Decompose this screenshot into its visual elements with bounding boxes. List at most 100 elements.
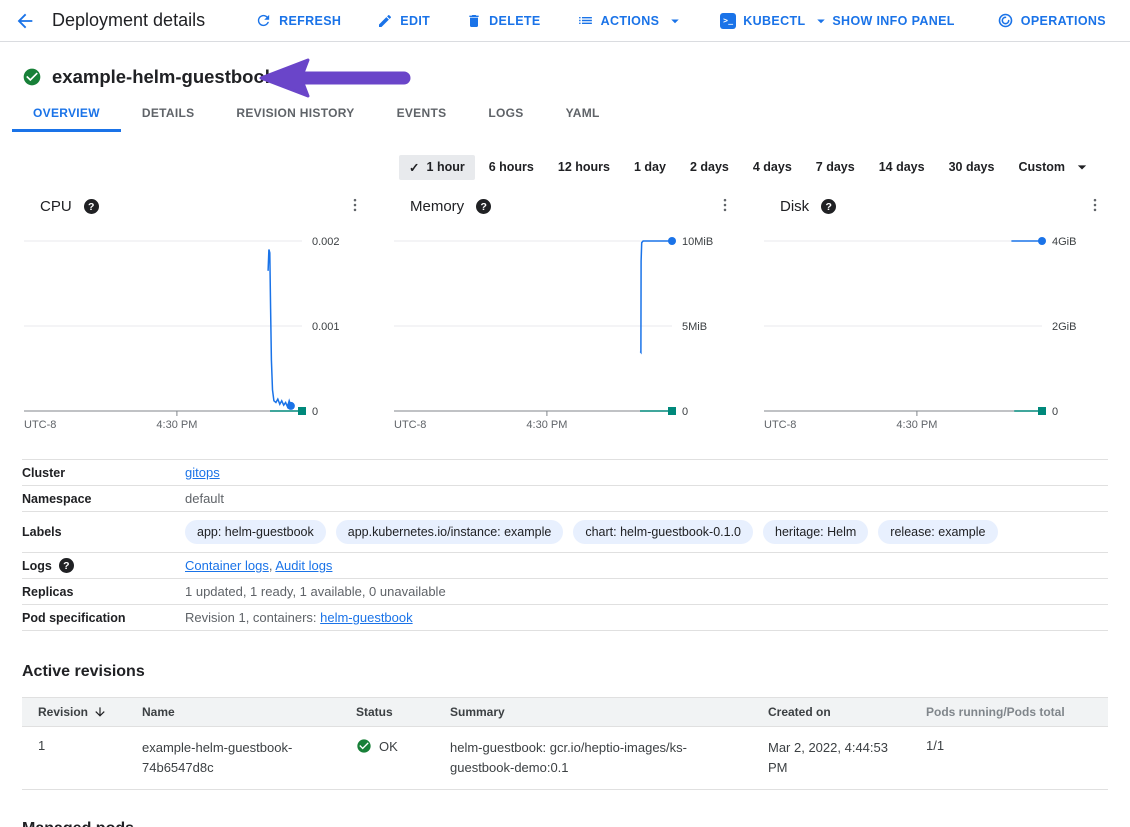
sort-descending-icon: [93, 705, 107, 719]
show-info-panel-button[interactable]: SHOW INFO PANEL: [832, 14, 954, 28]
tab-details[interactable]: DETAILS: [121, 96, 216, 132]
svg-text:5MiB: 5MiB: [682, 321, 707, 333]
refresh-icon: [255, 12, 272, 29]
time-range-label: 1 hour: [427, 160, 465, 174]
container-link[interactable]: helm-guestbook: [320, 610, 413, 625]
time-range-label: 6 hours: [489, 160, 534, 174]
audit-logs-link[interactable]: Audit logs: [275, 558, 332, 573]
memory-chart-menu-button[interactable]: [716, 196, 734, 217]
status-ok-icon: [22, 67, 42, 87]
help-icon[interactable]: ?: [476, 199, 491, 214]
replicas-row: Replicas 1 updated, 1 ready, 1 available…: [22, 578, 1108, 604]
replicas-value: 1 updated, 1 ready, 1 available, 0 unava…: [185, 584, 446, 599]
tab-logs[interactable]: LOGS: [467, 96, 544, 132]
help-icon[interactable]: ?: [821, 199, 836, 214]
disk-chart: 4GiB2GiB0UTC-84:30 PM: [762, 227, 1096, 431]
svg-text:0: 0: [682, 406, 688, 418]
time-range-selector: ✓ 1 hour 6 hours 12 hours 1 day 2 days 4…: [0, 152, 1130, 182]
chevron-down-icon: [812, 12, 830, 30]
time-range-custom[interactable]: Custom: [1008, 152, 1102, 182]
kebab-menu-icon: [716, 196, 734, 214]
disk-chart-menu-button[interactable]: [1086, 196, 1104, 217]
pod-specification-label: Pod specification: [22, 611, 185, 625]
edit-button[interactable]: EDIT: [377, 13, 430, 29]
revision-number: 1: [38, 738, 142, 753]
svg-text:0.002: 0.002: [312, 236, 340, 248]
label-pill: chart: helm-guestbook-0.1.0: [573, 520, 753, 544]
toolbar-main-actions: REFRESH EDIT DELETE ACTIONS >_ KUBECTL: [255, 12, 830, 30]
namespace-row: Namespace default: [22, 485, 1108, 511]
memory-chart-header: Memory ?: [392, 196, 738, 217]
cluster-link[interactable]: gitops: [185, 465, 220, 480]
cpu-chart-title: CPU: [40, 198, 72, 215]
revision-name: example-helm-guestbook-74b6547d8c: [142, 738, 332, 778]
help-icon[interactable]: ?: [59, 558, 74, 573]
tab-yaml[interactable]: YAML: [545, 96, 621, 132]
kubectl-menu-button[interactable]: >_ KUBECTL: [720, 12, 830, 30]
page-title: Deployment details: [52, 10, 205, 31]
header-revision[interactable]: Revision: [38, 705, 142, 719]
tab-overview[interactable]: OVERVIEW: [12, 96, 121, 132]
replicas-label: Replicas: [22, 585, 185, 599]
tab-revision-history[interactable]: REVISION HISTORY: [215, 96, 375, 132]
cluster-label: Cluster: [22, 466, 185, 480]
deployment-header: example-helm-guestbook: [0, 42, 1130, 96]
header-status: Status: [356, 705, 450, 719]
memory-chart-title: Memory: [410, 198, 464, 215]
time-range-2-days[interactable]: 2 days: [680, 155, 739, 179]
label-pill: app: helm-guestbook: [185, 520, 326, 544]
time-range-6-hours[interactable]: 6 hours: [479, 155, 544, 179]
actions-label: ACTIONS: [601, 14, 660, 28]
time-range-12-hours[interactable]: 12 hours: [548, 155, 620, 179]
time-range-7-days[interactable]: 7 days: [806, 155, 865, 179]
refresh-label: REFRESH: [279, 14, 341, 28]
disk-chart-card: Disk ? 4GiB2GiB0UTC-84:30 PM: [762, 196, 1108, 431]
svg-text:4:30 PM: 4:30 PM: [896, 419, 937, 431]
svg-text:4GiB: 4GiB: [1052, 236, 1076, 248]
managed-pods-title: Managed pods: [22, 820, 1130, 827]
label-pill: app.kubernetes.io/instance: example: [336, 520, 564, 544]
delete-button[interactable]: DELETE: [466, 13, 540, 29]
labels-pill-list: app: helm-guestbook app.kubernetes.io/in…: [185, 517, 998, 547]
operations-button[interactable]: OPERATIONS: [997, 12, 1106, 29]
time-range-label: 12 hours: [558, 160, 610, 174]
list-icon: [577, 12, 594, 29]
container-logs-link[interactable]: Container logs: [185, 558, 269, 573]
check-icon: ✓: [409, 160, 419, 175]
arrow-back-icon: [14, 10, 36, 32]
revision-table-row: 1 example-helm-guestbook-74b6547d8c OK h…: [22, 727, 1108, 790]
logs-label: Logs: [22, 559, 52, 573]
labels-label: Labels: [22, 525, 185, 539]
time-range-30-days[interactable]: 30 days: [939, 155, 1005, 179]
namespace-value: default: [185, 491, 224, 506]
time-range-4-days[interactable]: 4 days: [743, 155, 802, 179]
time-range-14-days[interactable]: 14 days: [869, 155, 935, 179]
kubectl-label: KUBECTL: [743, 14, 805, 28]
time-range-1-day[interactable]: 1 day: [624, 155, 676, 179]
svg-text:10MiB: 10MiB: [682, 236, 713, 248]
svg-text:0.001: 0.001: [312, 321, 340, 333]
status-ok-icon: [356, 738, 372, 754]
active-revisions-title: Active revisions: [22, 663, 1108, 681]
back-button[interactable]: [14, 10, 36, 32]
cpu-chart-menu-button[interactable]: [346, 196, 364, 217]
time-range-1-hour[interactable]: ✓ 1 hour: [399, 155, 475, 180]
actions-menu-button[interactable]: ACTIONS: [577, 12, 685, 30]
header-name: Name: [142, 705, 356, 719]
operations-icon: [997, 12, 1014, 29]
memory-chart-card: Memory ? 10MiB5MiB0UTC-84:30 PM: [392, 196, 738, 431]
help-icon[interactable]: ?: [84, 199, 99, 214]
tab-events[interactable]: EVENTS: [376, 96, 468, 132]
header-summary: Summary: [450, 705, 768, 719]
edit-label: EDIT: [400, 14, 430, 28]
deployment-metadata: Cluster gitops Namespace default Labels …: [0, 459, 1130, 631]
svg-text:UTC-8: UTC-8: [764, 419, 796, 431]
toolbar-right-actions: SHOW INFO PANEL OPERATIONS: [832, 12, 1106, 29]
revisions-table-header: Revision Name Status Summary Created on …: [22, 697, 1108, 727]
label-pill: heritage: Helm: [763, 520, 868, 544]
refresh-button[interactable]: REFRESH: [255, 12, 341, 29]
svg-text:0: 0: [1052, 406, 1058, 418]
time-range-label: 4 days: [753, 160, 792, 174]
cpu-chart-card: CPU ? 0.0020.0010UTC-84:30 PM: [22, 196, 368, 431]
resource-charts: CPU ? 0.002 0.001 0 UTC-8 4:30 PM Memory ? 1…: [0, 196, 1130, 431]
